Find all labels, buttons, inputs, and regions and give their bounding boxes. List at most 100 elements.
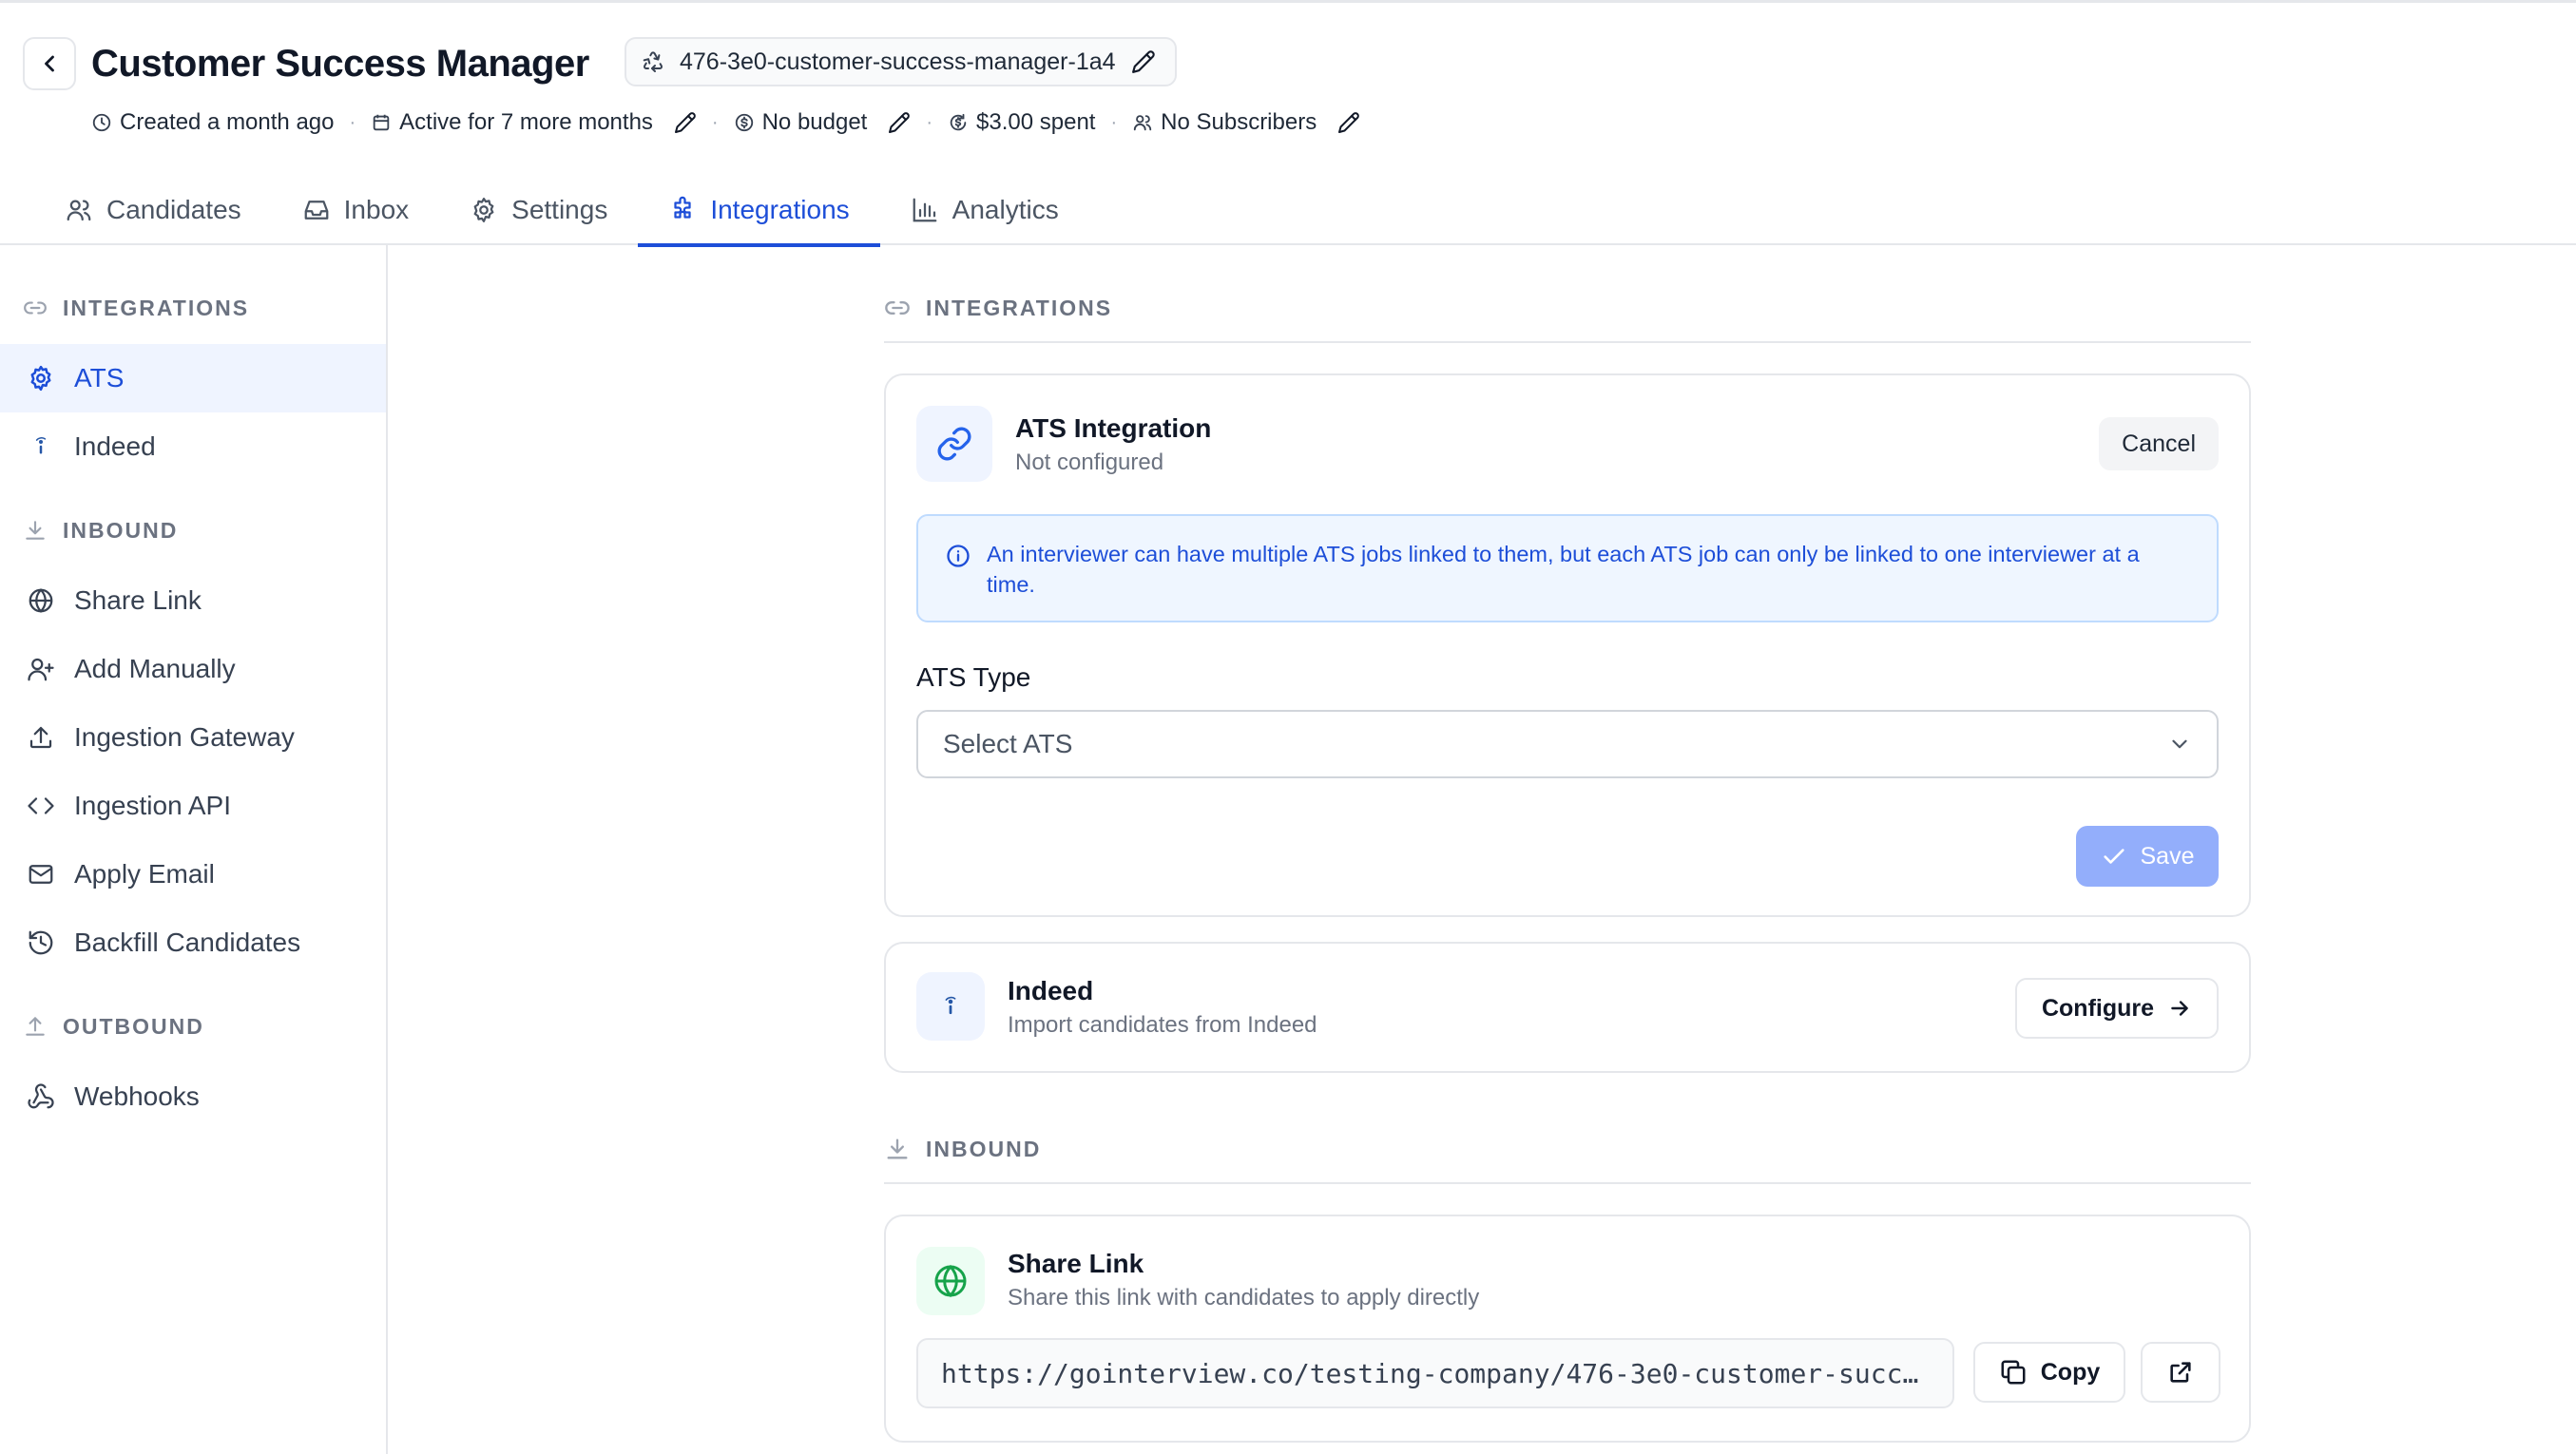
divider (884, 1182, 2251, 1184)
meta-separator: · (711, 111, 719, 133)
active-text: Active for 7 more months (399, 109, 653, 135)
chevron-left-icon (45, 55, 54, 72)
save-label: Save (2140, 842, 2195, 870)
sidebar-item-label: Add Manually (74, 654, 236, 683)
save-button[interactable]: Save (2076, 826, 2219, 887)
tab-label: Integrations (710, 194, 850, 224)
meta-separator: · (1110, 111, 1118, 133)
indeed-icon (35, 437, 47, 454)
sidebar-section-title: OUTBOUND (63, 1013, 204, 1039)
sidebar-item-label: Share Link (74, 585, 202, 615)
upload-icon (29, 726, 52, 749)
sidebar-item-apply-email[interactable]: Apply Email (0, 840, 386, 909)
meta-separator: · (349, 111, 356, 133)
edit-subscribers-button[interactable] (1337, 111, 1360, 134)
section-heading-text: INTEGRATIONS (926, 295, 1113, 320)
integrations-section-heading: INTEGRATIONS (884, 289, 2251, 327)
tab-label: Candidates (106, 194, 241, 224)
share-link-title: Share Link (1008, 1249, 1144, 1278)
tab-label: Inbox (343, 194, 410, 224)
dollar-circle-icon (735, 113, 753, 132)
share-url-text: https://gointerview.co/testing-company/4… (941, 1357, 1930, 1389)
share-link-card: Share Link Share this link with candidat… (884, 1215, 2251, 1443)
info-alert: An interviewer can have multiple ATS job… (916, 514, 2219, 622)
arrow-right-icon (2171, 1001, 2188, 1016)
calendar-icon (373, 114, 390, 131)
open-link-button[interactable] (2141, 1342, 2220, 1403)
tab-inbox[interactable]: Inbox (272, 174, 440, 245)
subscribers-text: No Subscribers (1161, 109, 1317, 135)
tab-integrations[interactable]: Integrations (638, 174, 880, 247)
pencil-icon (674, 112, 696, 133)
slug-text: 476-3e0-customer-success-manager-1a4 (680, 48, 1116, 75)
clock-icon (92, 113, 111, 132)
pencil-icon (889, 112, 911, 133)
back-button[interactable] (23, 37, 76, 90)
cancel-button[interactable]: Cancel (2099, 417, 2219, 470)
users-icon (67, 200, 91, 220)
spent-meta: $3.00 spent (948, 109, 1095, 136)
subscribers-meta: No Subscribers (1132, 109, 1360, 136)
ats-status: Not configured (1015, 450, 1164, 475)
sidebar-item-share-link[interactable]: Share Link (0, 566, 386, 635)
sidebar-item-label: Backfill Candidates (74, 928, 301, 957)
sidebar-section-outbound: OUTBOUND (0, 1007, 386, 1045)
configure-button[interactable]: Configure (2015, 978, 2219, 1039)
tab-candidates[interactable]: Candidates (34, 174, 272, 245)
slug-pill: 476-3e0-customer-success-manager-1a4 (625, 37, 1177, 86)
globe-icon (934, 1264, 967, 1298)
pencil-icon (1338, 112, 1360, 133)
mail-icon (29, 865, 53, 884)
divider (884, 341, 2251, 343)
sidebar: INTEGRATIONS ATS Indeed INBOUND Share Li… (0, 245, 388, 1454)
ats-type-label: ATS Type (916, 662, 1031, 692)
sidebar-item-indeed[interactable]: Indeed (0, 412, 386, 481)
created-text: Created a month ago (120, 109, 335, 135)
webhook-icon (28, 1083, 54, 1109)
sidebar-item-add-manually[interactable]: Add Manually (0, 635, 386, 703)
share-url-field[interactable]: https://gointerview.co/testing-company/4… (916, 1338, 1954, 1408)
pencil-icon[interactable] (1131, 49, 1156, 74)
sidebar-item-ingestion-api[interactable]: Ingestion API (0, 772, 386, 840)
sidebar-item-ats[interactable]: ATS (0, 344, 386, 412)
check-icon (2103, 849, 2124, 864)
sidebar-item-label: ATS (74, 363, 125, 392)
sidebar-item-label: Webhooks (74, 1081, 200, 1111)
edit-active-button[interactable] (674, 111, 697, 134)
configure-label: Configure (2041, 994, 2155, 1022)
active-meta: Active for 7 more months (371, 109, 697, 136)
budget-text: No budget (761, 109, 868, 135)
user-plus-icon (28, 658, 54, 681)
tab-settings[interactable]: Settings (439, 174, 638, 245)
ats-type-select[interactable]: Select ATS (916, 710, 2219, 778)
section-heading-text: INBOUND (926, 1136, 1042, 1161)
tab-analytics[interactable]: Analytics (880, 174, 1089, 245)
code-icon (28, 797, 54, 814)
external-link-icon (2170, 1362, 2191, 1383)
sidebar-item-webhooks[interactable]: Webhooks (0, 1062, 386, 1131)
indeed-card: Indeed Import candidates from Indeed Con… (884, 942, 2251, 1073)
edit-budget-button[interactable] (888, 111, 911, 134)
gear-icon (30, 365, 51, 392)
meta-row: Created a month ago · Active for 7 more … (91, 105, 1360, 140)
puzzle-icon (674, 196, 691, 219)
download-icon (26, 521, 45, 540)
sidebar-section-integrations: INTEGRATIONS (0, 289, 386, 327)
sidebar-item-label: Indeed (74, 431, 156, 461)
sidebar-item-ingestion-gateway[interactable]: Ingestion Gateway (0, 703, 386, 772)
sidebar-item-backfill-candidates[interactable]: Backfill Candidates (0, 909, 386, 977)
info-icon (947, 545, 970, 567)
link-icon (885, 301, 910, 315)
sidebar-item-label: Ingestion API (74, 791, 232, 820)
share-link-icon-box (916, 1247, 985, 1315)
meta-separator: · (926, 111, 933, 133)
copy-button[interactable]: Copy (1973, 1342, 2125, 1403)
users-icon (1133, 115, 1152, 131)
select-placeholder: Select ATS (943, 729, 1073, 758)
indeed-subtitle: Import candidates from Indeed (1008, 1012, 1317, 1038)
ats-integration-card: ATS Integration Not configured Cancel An… (884, 373, 2251, 917)
ats-title: ATS Integration (1015, 413, 1212, 443)
inbox-icon (304, 200, 329, 220)
upload-icon (26, 1017, 45, 1036)
budget-meta: No budget (734, 109, 912, 136)
